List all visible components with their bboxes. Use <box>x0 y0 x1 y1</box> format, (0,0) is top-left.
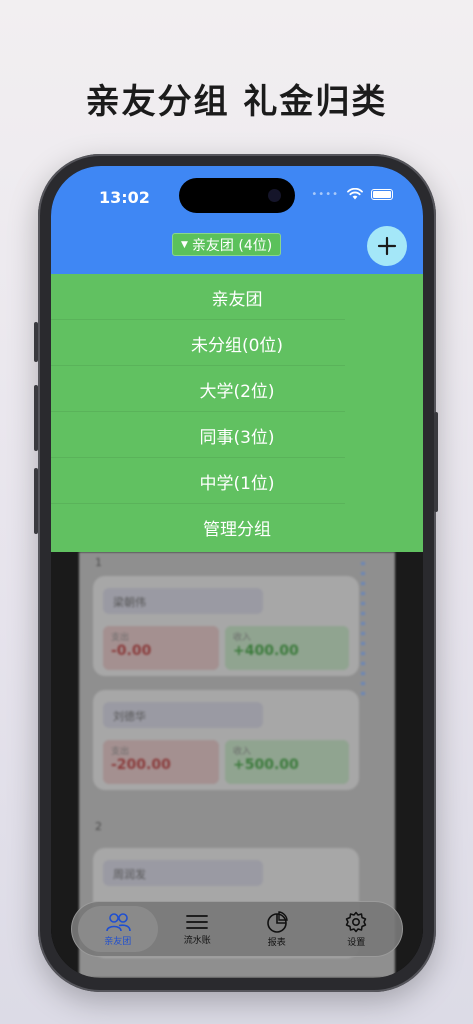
group-selector-label: 亲友团 (4位) <box>191 237 273 254</box>
section-header-2: 2 <box>95 820 102 833</box>
tab-label: 流水账 <box>183 935 211 946</box>
caret-down-icon: ▼ <box>181 239 188 250</box>
tab-label: 设置 <box>347 937 366 948</box>
status-icons: •••• <box>311 188 393 200</box>
alphabet-index <box>361 562 365 702</box>
income-box: 收入 +400.00 <box>225 626 349 670</box>
people-icon <box>105 912 131 931</box>
income-amount: +400.00 <box>233 643 299 659</box>
dropdown-item-university[interactable]: 大学(2位) <box>51 366 423 412</box>
tab-label: 亲友团 <box>104 936 132 947</box>
headline: 亲友分组 礼金归类 <box>85 82 388 122</box>
expense-amount: -0.00 <box>111 643 152 659</box>
tab-label: 报表 <box>267 937 286 948</box>
signal-dots-icon: •••• <box>311 188 339 200</box>
phone-screen: 1 梁朝伟 支出 -0.00 收入 +400.00 刘德华 支出 -200.00 <box>51 166 423 978</box>
income-box: 收入 +500.00 <box>225 740 349 784</box>
expense-label: 支出 <box>111 633 130 643</box>
expense-label: 支出 <box>111 747 130 757</box>
expense-amount: -200.00 <box>111 757 171 773</box>
camera-icon <box>268 189 281 202</box>
section-header-1: 1 <box>95 556 102 569</box>
income-label: 收入 <box>233 747 252 757</box>
side-button-action <box>34 322 38 362</box>
tab-ledger[interactable]: 流水账 <box>158 906 238 952</box>
plus-icon <box>377 236 397 256</box>
friend-name: 周润发 <box>103 860 263 886</box>
income-amount: +500.00 <box>233 757 299 773</box>
friend-card[interactable]: 梁朝伟 支出 -0.00 收入 +400.00 <box>93 576 359 676</box>
dropdown-item-middle-school[interactable]: 中学(1位) <box>51 458 423 504</box>
pie-chart-icon <box>266 910 288 933</box>
income-label: 收入 <box>233 633 252 643</box>
side-button-power <box>434 412 438 512</box>
tab-bar: 亲友团 流水账 报表 设置 <box>71 901 403 957</box>
header-bar: 13:02 •••• ▼ 亲友团 (4位) <box>51 166 423 276</box>
battery-icon <box>371 188 393 200</box>
dropdown-item-manage-groups[interactable]: 管理分组 <box>51 504 423 550</box>
side-button-volume-down <box>34 468 38 534</box>
expense-box: 支出 -0.00 <box>103 626 219 670</box>
add-button[interactable] <box>367 226 407 266</box>
side-button-volume-up <box>34 385 38 451</box>
friend-name: 刘德华 <box>103 702 263 728</box>
tab-relatives[interactable]: 亲友团 <box>78 906 158 952</box>
dropdown-item-relatives[interactable]: 亲友团 <box>51 274 423 320</box>
tab-report[interactable]: 报表 <box>237 906 317 952</box>
tab-settings[interactable]: 设置 <box>317 906 397 952</box>
status-time: 13:02 <box>99 188 150 207</box>
dynamic-island <box>179 178 295 213</box>
group-dropdown-menu: 亲友团 未分组(0位) 大学(2位) 同事(3位) 中学(1位) 管理分组 <box>51 274 423 552</box>
group-selector[interactable]: ▼ 亲友团 (4位) <box>172 233 282 256</box>
wifi-icon <box>347 188 363 200</box>
expense-box: 支出 -200.00 <box>103 740 219 784</box>
gear-icon <box>346 911 367 932</box>
dropdown-item-ungrouped[interactable]: 未分组(0位) <box>51 320 423 366</box>
dropdown-item-colleagues[interactable]: 同事(3位) <box>51 412 423 458</box>
list-icon <box>186 914 209 929</box>
friend-card[interactable]: 刘德华 支出 -200.00 收入 +500.00 <box>93 690 359 790</box>
friend-name: 梁朝伟 <box>103 588 263 614</box>
